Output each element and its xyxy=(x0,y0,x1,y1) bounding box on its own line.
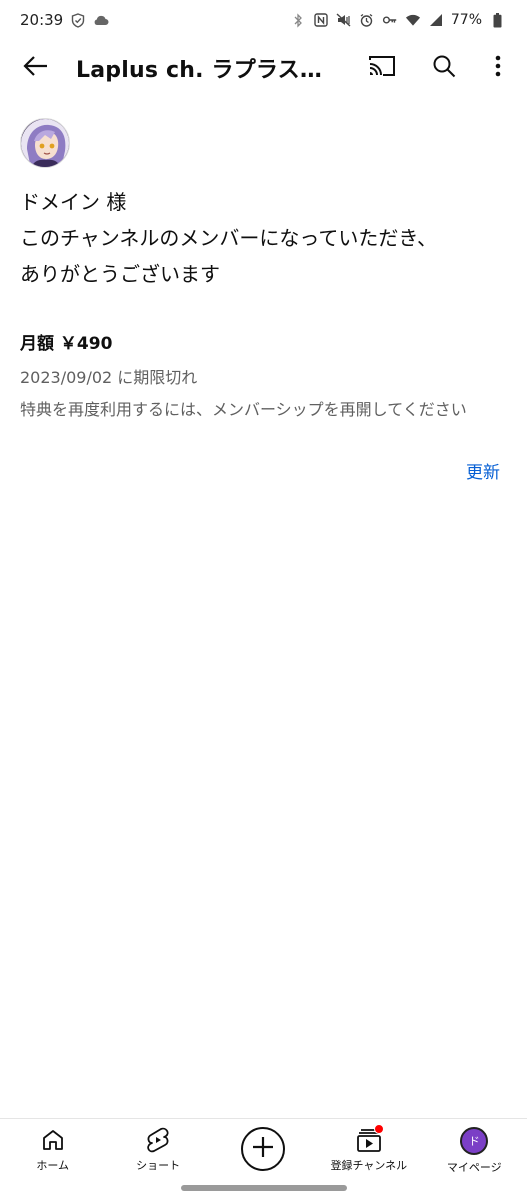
wifi-icon xyxy=(405,12,421,28)
status-left: 20:39 xyxy=(20,11,109,29)
user-avatar: ド xyxy=(460,1127,489,1155)
search-button[interactable] xyxy=(422,46,466,90)
renew-benefit-message: 特典を再度利用するには、メンバーシップを再開してください xyxy=(20,400,467,419)
gesture-navigation-bar[interactable] xyxy=(181,1185,347,1191)
back-button[interactable] xyxy=(14,46,58,90)
signal-icon xyxy=(428,12,444,28)
plus-icon xyxy=(252,1136,274,1162)
expiration-date: 2023/09/02 に期限切れ xyxy=(20,368,198,387)
status-right: 77% xyxy=(290,12,505,28)
nav-label-shorts: ショート xyxy=(136,1159,181,1172)
nav-item-shorts[interactable]: ショート xyxy=(108,1127,208,1173)
create-button[interactable] xyxy=(241,1127,286,1171)
alarm-icon xyxy=(359,12,375,28)
membership-price: 月額 ￥490 xyxy=(20,334,113,354)
more-vert-icon xyxy=(495,55,501,81)
home-icon xyxy=(40,1127,66,1153)
renew-button[interactable]: 更新 xyxy=(466,458,500,483)
more-options-button[interactable] xyxy=(476,46,520,90)
bottom-navigation: ホーム ショート 登録チャンネル ド マイページ xyxy=(0,1118,527,1180)
bluetooth-icon xyxy=(290,12,306,28)
status-bar: 20:39 77% xyxy=(0,0,527,40)
subscriptions-icon xyxy=(356,1124,384,1153)
cast-button[interactable] xyxy=(360,46,404,90)
thanks-message-line1: このチャンネルのメンバーになっていただき、 xyxy=(20,226,437,250)
mute-icon xyxy=(336,12,352,28)
channel-title: Laplus ch. ラプラス… xyxy=(76,58,323,83)
nav-item-subscriptions[interactable]: 登録チャンネル xyxy=(319,1124,419,1173)
channel-avatar-image xyxy=(21,119,69,167)
nav-item-mypage[interactable]: ド マイページ xyxy=(424,1127,524,1175)
nav-label-subscriptions: 登録チャンネル xyxy=(330,1159,408,1172)
search-icon xyxy=(432,54,456,82)
channel-avatar xyxy=(20,118,70,168)
nav-label-home: ホーム xyxy=(36,1159,70,1172)
battery-percentage: 77% xyxy=(450,12,482,28)
shield-icon xyxy=(70,12,86,28)
shorts-icon xyxy=(145,1127,171,1153)
vpn-key-icon xyxy=(382,12,398,28)
member-greeting: ドメイン 様 xyxy=(20,190,127,214)
nav-label-mypage: マイページ xyxy=(446,1161,502,1174)
status-time: 20:39 xyxy=(20,11,64,29)
cloud-icon xyxy=(93,12,109,28)
membership-content: ドメイン 様 このチャンネルのメンバーになっていただき、 ありがとうございます … xyxy=(20,118,507,424)
thanks-message-line2: ありがとうございます xyxy=(20,262,220,286)
nav-item-home[interactable]: ホーム xyxy=(3,1127,103,1173)
app-bar: Laplus ch. ラプラス… xyxy=(0,40,527,96)
arrow-back-icon xyxy=(23,55,49,81)
notification-dot xyxy=(373,1124,384,1134)
nav-item-create[interactable] xyxy=(213,1127,313,1171)
battery-icon xyxy=(489,12,505,28)
cast-icon xyxy=(368,54,396,82)
nfc-icon xyxy=(313,12,329,28)
